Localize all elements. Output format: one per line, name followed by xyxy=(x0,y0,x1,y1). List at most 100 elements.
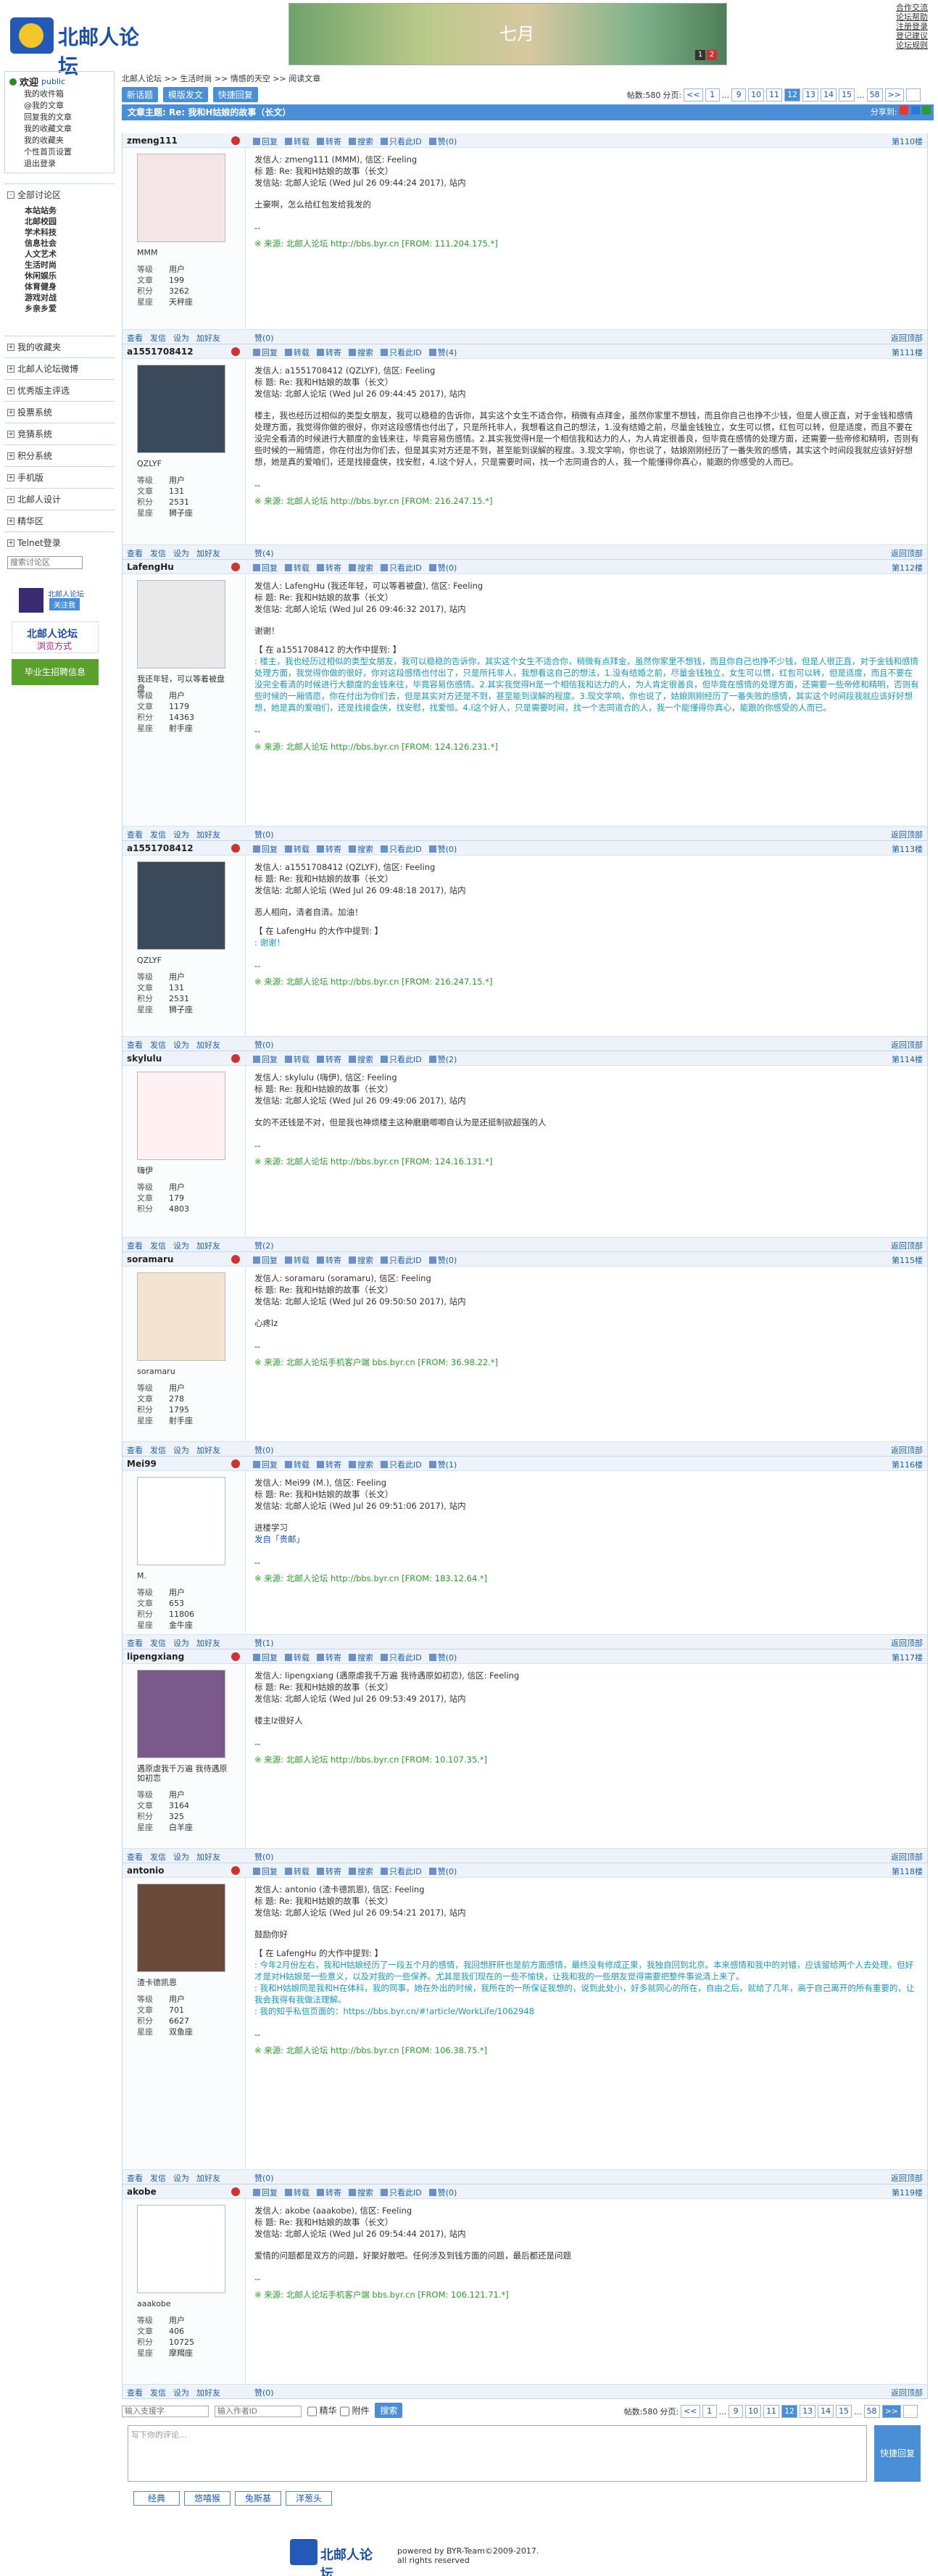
page-link[interactable]: 58 xyxy=(863,2405,880,2418)
add-friend-link[interactable]: 加好友 xyxy=(196,829,220,840)
reply-action[interactable]: 回复 xyxy=(253,1459,278,1470)
sidebar-fav[interactable]: 我的收藏夹 xyxy=(9,135,109,146)
like-action[interactable]: 赞(0) xyxy=(428,1652,457,1663)
repost-action[interactable]: 转载 xyxy=(285,1053,310,1065)
add-friend-link[interactable]: 加好友 xyxy=(196,547,220,559)
only-this-id-action[interactable]: 只看此ID xyxy=(381,2187,422,2198)
forward-action[interactable]: 转寄 xyxy=(317,1053,341,1065)
add-friend-link[interactable]: 加好友 xyxy=(196,1851,220,1863)
post-author[interactable]: LafengHu xyxy=(127,562,174,572)
page-first[interactable]: << xyxy=(681,2405,700,2418)
like-action[interactable]: 赞(2) xyxy=(428,1053,457,1065)
like-action[interactable]: 赞(0) xyxy=(428,2187,457,2198)
page-link[interactable]: 9 xyxy=(731,88,747,102)
reply-action[interactable]: 回复 xyxy=(253,1053,278,1065)
back-to-top-link[interactable]: 返回顶部 xyxy=(891,829,923,840)
set-link[interactable]: 设为 xyxy=(173,1240,189,1251)
reply-action[interactable]: 回复 xyxy=(253,562,278,573)
page-last[interactable]: >> xyxy=(881,2405,901,2418)
only-this-id-action[interactable]: 只看此ID xyxy=(381,1254,422,1266)
footer-like[interactable]: 赞(0) xyxy=(254,1444,274,1456)
sidebar-reply-me[interactable]: 回复我的文章 xyxy=(9,112,109,123)
sidebar-search-input[interactable] xyxy=(7,556,83,569)
floor-number[interactable]: 第111楼 xyxy=(892,347,923,358)
reply-action[interactable]: 回复 xyxy=(253,136,278,147)
floor-number[interactable]: 第114楼 xyxy=(892,1053,923,1065)
back-to-top-link[interactable]: 返回顶部 xyxy=(891,2387,923,2398)
send-mail-link[interactable]: 发信 xyxy=(150,2172,166,2184)
share-weibo-icon[interactable] xyxy=(900,106,908,115)
reply-action[interactable]: 回复 xyxy=(253,347,278,358)
forward-action[interactable]: 转寄 xyxy=(317,136,341,147)
add-friend-link[interactable]: 加好友 xyxy=(196,332,220,344)
back-to-top-link[interactable]: 返回顶部 xyxy=(891,1637,923,1649)
view-profile-link[interactable]: 查看 xyxy=(127,1444,143,1456)
template-post-button[interactable]: 模版发文 xyxy=(162,87,208,102)
floor-number[interactable]: 第116楼 xyxy=(892,1459,923,1470)
page-current[interactable]: 12 xyxy=(784,88,801,102)
like-action[interactable]: 赞(0) xyxy=(428,1865,457,1877)
top-banner[interactable]: 七月 1 2 xyxy=(289,3,727,65)
back-to-top-link[interactable]: 返回顶部 xyxy=(891,1039,923,1051)
emo-tab-rabbit[interactable]: 兔斯基 xyxy=(235,2491,281,2506)
search-action[interactable]: 搜索 xyxy=(349,347,373,358)
floor-number[interactable]: 第112楼 xyxy=(892,562,923,573)
sidebar-design[interactable]: + 北邮人设计 xyxy=(4,488,115,510)
avatar[interactable] xyxy=(137,1670,225,1758)
view-profile-link[interactable]: 查看 xyxy=(127,547,143,559)
post-author[interactable]: zmeng111 xyxy=(127,136,178,146)
forward-action[interactable]: 转寄 xyxy=(317,1254,341,1266)
footer-like[interactable]: 赞(0) xyxy=(254,1039,274,1051)
post-source[interactable]: ※ 来源: 北邮人论坛 http://bbs.byr.cn [FROM: 111… xyxy=(254,238,920,249)
floor-number[interactable]: 第113楼 xyxy=(892,843,923,855)
page-link[interactable]: 13 xyxy=(802,88,819,102)
like-action[interactable]: 赞(0) xyxy=(428,843,457,855)
set-link[interactable]: 设为 xyxy=(173,332,189,344)
attachment-checkbox[interactable] xyxy=(339,2405,349,2417)
view-profile-link[interactable]: 查看 xyxy=(127,1240,143,1251)
avatar[interactable] xyxy=(137,2205,225,2293)
top-link-help[interactable]: 论坛帮助 xyxy=(896,12,937,22)
back-to-top-link[interactable]: 返回顶部 xyxy=(891,332,923,344)
page-jump-input[interactable] xyxy=(903,2405,918,2418)
repost-action[interactable]: 转载 xyxy=(285,2187,310,2198)
page-link[interactable]: 15 xyxy=(836,2405,852,2418)
post-source[interactable]: ※ 来源: 北邮人论坛 http://bbs.byr.cn [FROM: 183… xyxy=(254,1573,920,1584)
add-friend-link[interactable]: 加好友 xyxy=(196,2172,220,2184)
top-link-rules[interactable]: 论坛规则 xyxy=(896,41,937,50)
section-item[interactable]: 生活时尚 xyxy=(4,260,115,270)
section-item[interactable]: 学术科技 xyxy=(4,227,115,238)
page-current[interactable]: 12 xyxy=(781,2405,798,2418)
section-item[interactable]: 体育健身 xyxy=(4,281,115,292)
page-link[interactable]: 1 xyxy=(705,88,720,102)
view-profile-link[interactable]: 查看 xyxy=(127,2387,143,2398)
avatar[interactable] xyxy=(137,365,225,453)
only-this-id-action[interactable]: 只看此ID xyxy=(381,347,422,358)
send-mail-link[interactable]: 发信 xyxy=(150,332,166,344)
forward-action[interactable]: 转寄 xyxy=(317,1652,341,1663)
share-wechat-icon[interactable] xyxy=(922,106,931,115)
section-item[interactable]: 休闲娱乐 xyxy=(4,270,115,281)
back-to-top-link[interactable]: 返回顶部 xyxy=(891,1851,923,1863)
only-this-id-action[interactable]: 只看此ID xyxy=(381,136,422,147)
forward-action[interactable]: 转寄 xyxy=(317,347,341,358)
post-author[interactable]: lipengxiang xyxy=(127,1652,184,1662)
forward-action[interactable]: 转寄 xyxy=(317,1865,341,1877)
ad-browse[interactable]: 北邮人论坛 浏览方式 xyxy=(12,621,99,653)
search-action[interactable]: 搜索 xyxy=(349,2187,373,2198)
avatar[interactable] xyxy=(137,154,225,242)
send-mail-link[interactable]: 发信 xyxy=(150,829,166,840)
quick-reply-button[interactable]: 快捷回复 xyxy=(212,87,258,102)
top-link-register[interactable]: 注册登录 xyxy=(896,22,937,31)
back-to-top-link[interactable]: 返回顶部 xyxy=(891,1444,923,1456)
send-mail-link[interactable]: 发信 xyxy=(150,1444,166,1456)
set-link[interactable]: 设为 xyxy=(173,2172,189,2184)
page-link[interactable]: 15 xyxy=(839,88,855,102)
search-action[interactable]: 搜索 xyxy=(349,562,373,573)
share-bar[interactable]: 分享到: xyxy=(871,104,931,120)
post-source[interactable]: ※ 来源: 北邮人论坛 http://bbs.byr.cn [FROM: 216… xyxy=(254,976,920,987)
page-link[interactable]: 10 xyxy=(748,88,765,102)
sidebar-guess[interactable]: + 竞猜系统 xyxy=(4,423,115,444)
back-to-top-link[interactable]: 返回顶部 xyxy=(891,2172,923,2184)
post-source[interactable]: ※ 来源: 北邮人论坛 http://bbs.byr.cn [FROM: 216… xyxy=(254,495,920,507)
